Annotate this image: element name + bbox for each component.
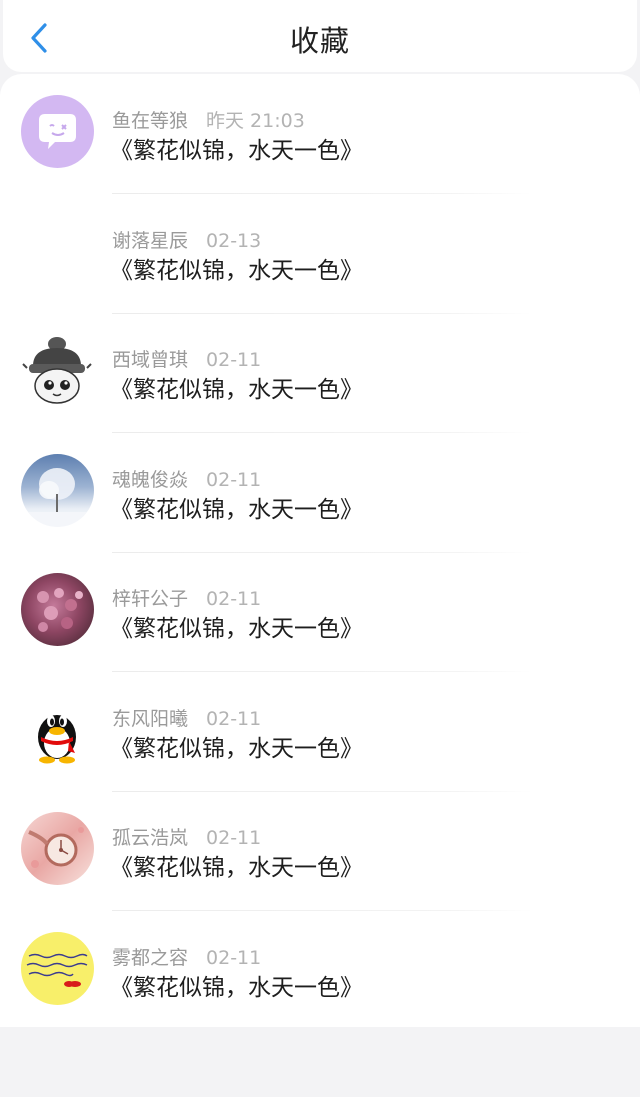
pink-flowers-icon xyxy=(37,588,83,632)
author-name: 鱼在等狼 xyxy=(112,110,189,132)
list-item[interactable]: 梓轩公子 02-11 《繁花似锦，水天一色》 xyxy=(0,552,640,672)
author-name: 魂魄俊焱 xyxy=(112,469,189,491)
item-meta: 雾都之容 02-11 xyxy=(112,943,261,970)
author-name: 孤云浩岚 xyxy=(112,827,189,849)
item-content: 《繁花似锦，水天一色》 xyxy=(110,258,363,284)
item-meta: 魂魄俊焱 02-11 xyxy=(112,465,261,492)
avatar[interactable] xyxy=(21,454,94,527)
avatar[interactable] xyxy=(21,334,94,407)
item-content: 《繁花似锦，水天一色》 xyxy=(110,736,363,762)
timestamp: 昨天 21:03 xyxy=(206,110,305,132)
author-name: 梓轩公子 xyxy=(112,588,189,610)
list-item[interactable]: 雾都之容 02-11 《繁花似锦，水天一色》 xyxy=(0,911,640,1031)
avatar[interactable] xyxy=(21,573,94,646)
avatar[interactable] xyxy=(21,693,94,766)
timestamp: 02-11 xyxy=(206,349,262,371)
item-meta: 孤云浩岚 02-11 xyxy=(112,823,261,850)
favorites-list: 鱼在等狼 昨天 21:03 《繁花似锦，水天一色》 谢落星辰 02-13 《繁花似锦… xyxy=(0,74,640,1027)
item-content: 《繁花似锦，水天一色》 xyxy=(110,138,363,164)
item-meta: 西域曾琪 02-11 xyxy=(112,345,261,372)
author-name: 谢落星辰 xyxy=(112,230,189,252)
timestamp: 02-11 xyxy=(206,827,262,849)
avatar[interactable] xyxy=(21,95,94,168)
item-content: 《繁花似锦，水天一色》 xyxy=(110,855,363,881)
timestamp: 02-11 xyxy=(206,947,262,969)
author-name: 西域曾琪 xyxy=(112,349,189,371)
snowy-tree-icon xyxy=(21,468,94,527)
timestamp: 02-13 xyxy=(206,230,262,252)
timestamp: 02-11 xyxy=(206,469,262,491)
avatar[interactable] xyxy=(21,932,94,1005)
page-title: 收藏 xyxy=(289,24,350,58)
list-item[interactable]: 东风阳曦 02-11 《繁花似锦，水天一色》 xyxy=(0,672,640,792)
qq-penguin-icon xyxy=(38,715,76,764)
timestamp: 02-11 xyxy=(206,588,262,610)
list-item[interactable]: 孤云浩岚 02-11 《繁花似锦，水天一色》 xyxy=(0,791,640,911)
item-content: 《繁花似锦，水天一色》 xyxy=(110,975,363,1001)
list-item[interactable]: 魂魄俊焱 02-11 《繁花似锦，水天一色》 xyxy=(0,433,640,553)
cartoon-penguin-hat-icon xyxy=(22,337,92,404)
item-meta: 东风阳曦 02-11 xyxy=(112,704,261,731)
item-content: 《繁花似锦，水天一色》 xyxy=(110,377,363,403)
author-name: 东风阳曦 xyxy=(112,708,189,730)
list-item[interactable]: 鱼在等狼 昨天 21:03 《繁花似锦，水天一色》 xyxy=(0,74,640,194)
author-name: 雾都之容 xyxy=(112,947,189,969)
top-bar: 收藏 xyxy=(3,0,637,72)
item-meta: 谢落星辰 02-13 xyxy=(112,226,261,253)
yellow-handwriting-icon xyxy=(26,953,88,987)
item-content: 《繁花似锦，水天一色》 xyxy=(110,616,363,642)
item-content: 《繁花似锦，水天一色》 xyxy=(110,497,363,523)
speech-bubble-icon xyxy=(39,114,76,149)
pink-watch-icon xyxy=(28,827,84,868)
list-item[interactable]: 西域曾琪 02-11 《繁花似锦，水天一色》 xyxy=(0,313,640,433)
timestamp: 02-11 xyxy=(206,708,262,730)
avatar[interactable] xyxy=(21,215,94,288)
avatar[interactable] xyxy=(21,812,94,885)
item-meta: 鱼在等狼 昨天 21:03 xyxy=(112,106,305,133)
item-meta: 梓轩公子 02-11 xyxy=(112,584,261,611)
list-item[interactable]: 谢落星辰 02-13 《繁花似锦，水天一色》 xyxy=(0,194,640,314)
